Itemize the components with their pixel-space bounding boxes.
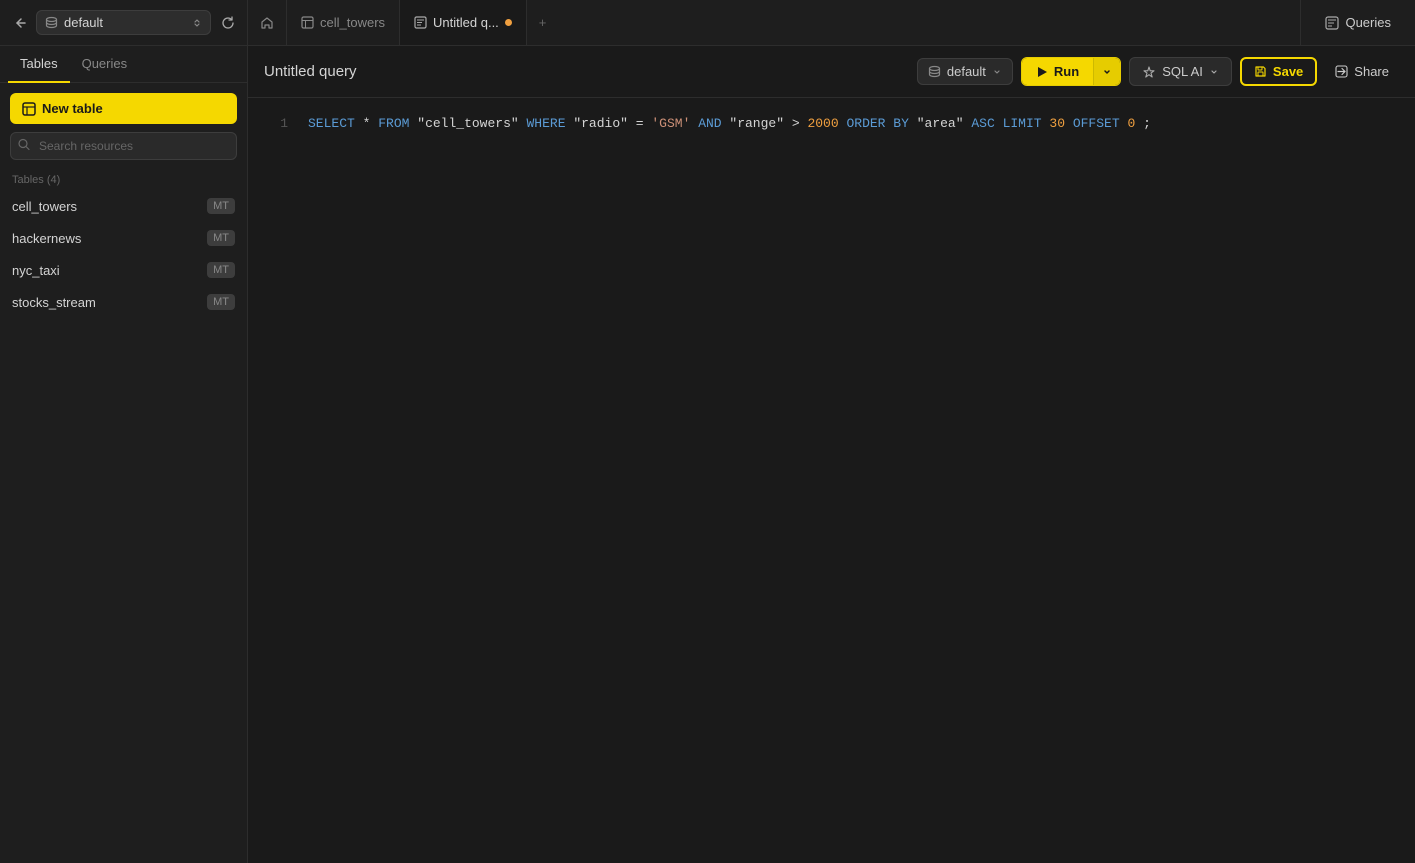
line-number-1: 1 (268, 114, 288, 135)
save-button[interactable]: Save (1240, 57, 1317, 86)
refresh-button[interactable] (217, 12, 239, 34)
tab-cell-towers[interactable]: cell_towers (287, 0, 400, 45)
code-line-1: 1 SELECT * FROM "cell_towers" WHERE "rad… (268, 114, 1395, 135)
query-editor-area[interactable]: 1 SELECT * FROM "cell_towers" WHERE "rad… (248, 98, 1415, 863)
tab-cell-towers-label: cell_towers (320, 15, 385, 30)
queries-icon (1325, 16, 1339, 30)
unsaved-indicator (505, 19, 512, 26)
query-toolbar: Untitled query default (248, 46, 1415, 98)
queries-button[interactable]: Queries (1317, 11, 1399, 34)
sidebar-header: default (0, 0, 248, 45)
sidebar-tabs: Tables Queries (0, 46, 247, 83)
run-button-group: Run (1021, 57, 1121, 86)
sql-ai-chevron (1209, 67, 1219, 77)
table-item-hackernews[interactable]: hackernews MT (0, 222, 247, 254)
search-container (10, 132, 237, 160)
db-pill-icon (928, 65, 941, 78)
sql-ai-label: SQL AI (1162, 64, 1203, 79)
chevron-updown-icon (192, 18, 202, 28)
table-item-cell-towers[interactable]: cell_towers MT (0, 190, 247, 222)
run-dropdown-chevron (1102, 67, 1112, 77)
tables-group-label: Tables (4) (0, 168, 247, 190)
sql-ai-icon (1142, 65, 1156, 79)
sidebar-tab-tables[interactable]: Tables (8, 46, 70, 83)
new-table-button[interactable]: New table (10, 93, 237, 124)
db-selector[interactable]: default (36, 10, 211, 35)
top-bar-right: Queries (1300, 0, 1415, 45)
table-item-nyc-taxi[interactable]: nyc_taxi MT (0, 254, 247, 286)
back-icon (12, 16, 26, 30)
share-button[interactable]: Share (1325, 59, 1399, 84)
search-input[interactable] (10, 132, 237, 160)
sidebar: Tables Queries New table Tables (0, 46, 248, 863)
run-button[interactable]: Run (1022, 58, 1093, 85)
db-selector-toolbar[interactable]: default (917, 58, 1013, 85)
database-icon (45, 16, 58, 29)
queries-label: Queries (1345, 15, 1391, 30)
back-button[interactable] (8, 12, 30, 34)
sql-ai-button[interactable]: SQL AI (1129, 57, 1232, 86)
tab-untitled-query-label: Untitled q... (433, 15, 499, 30)
db-pill-label: default (947, 64, 986, 79)
share-label: Share (1354, 64, 1389, 79)
run-icon (1036, 66, 1048, 78)
save-icon (1254, 65, 1267, 78)
top-bar: default cell_towers (0, 0, 1415, 46)
query-title: Untitled query (264, 63, 357, 80)
new-table-icon (22, 102, 36, 116)
query-icon (414, 16, 427, 29)
tab-home[interactable] (248, 0, 287, 45)
new-table-label: New table (42, 101, 103, 116)
table-icon (301, 16, 314, 29)
tabs-area: cell_towers Untitled q... + (248, 0, 1300, 45)
search-icon (18, 139, 30, 154)
content-area: Untitled query default (248, 46, 1415, 863)
save-label: Save (1273, 64, 1303, 79)
main-area: Tables Queries New table Tables (0, 46, 1415, 863)
toolbar-right: default Run (917, 57, 1399, 86)
table-list: cell_towers MT hackernews MT nyc_taxi MT… (0, 190, 247, 318)
tab-untitled-query[interactable]: Untitled q... (400, 0, 527, 45)
code-content-1: SELECT * FROM "cell_towers" WHERE "radio… (308, 114, 1151, 135)
run-label: Run (1054, 64, 1079, 79)
home-icon (260, 16, 274, 30)
share-icon (1335, 65, 1348, 78)
db-name-label: default (64, 15, 103, 30)
table-item-stocks-stream[interactable]: stocks_stream MT (0, 286, 247, 318)
run-dropdown-button[interactable] (1093, 58, 1120, 85)
sidebar-tab-queries[interactable]: Queries (70, 46, 140, 83)
db-pill-chevron (992, 67, 1002, 77)
add-tab-button[interactable]: + (527, 0, 559, 45)
refresh-icon (221, 16, 235, 30)
